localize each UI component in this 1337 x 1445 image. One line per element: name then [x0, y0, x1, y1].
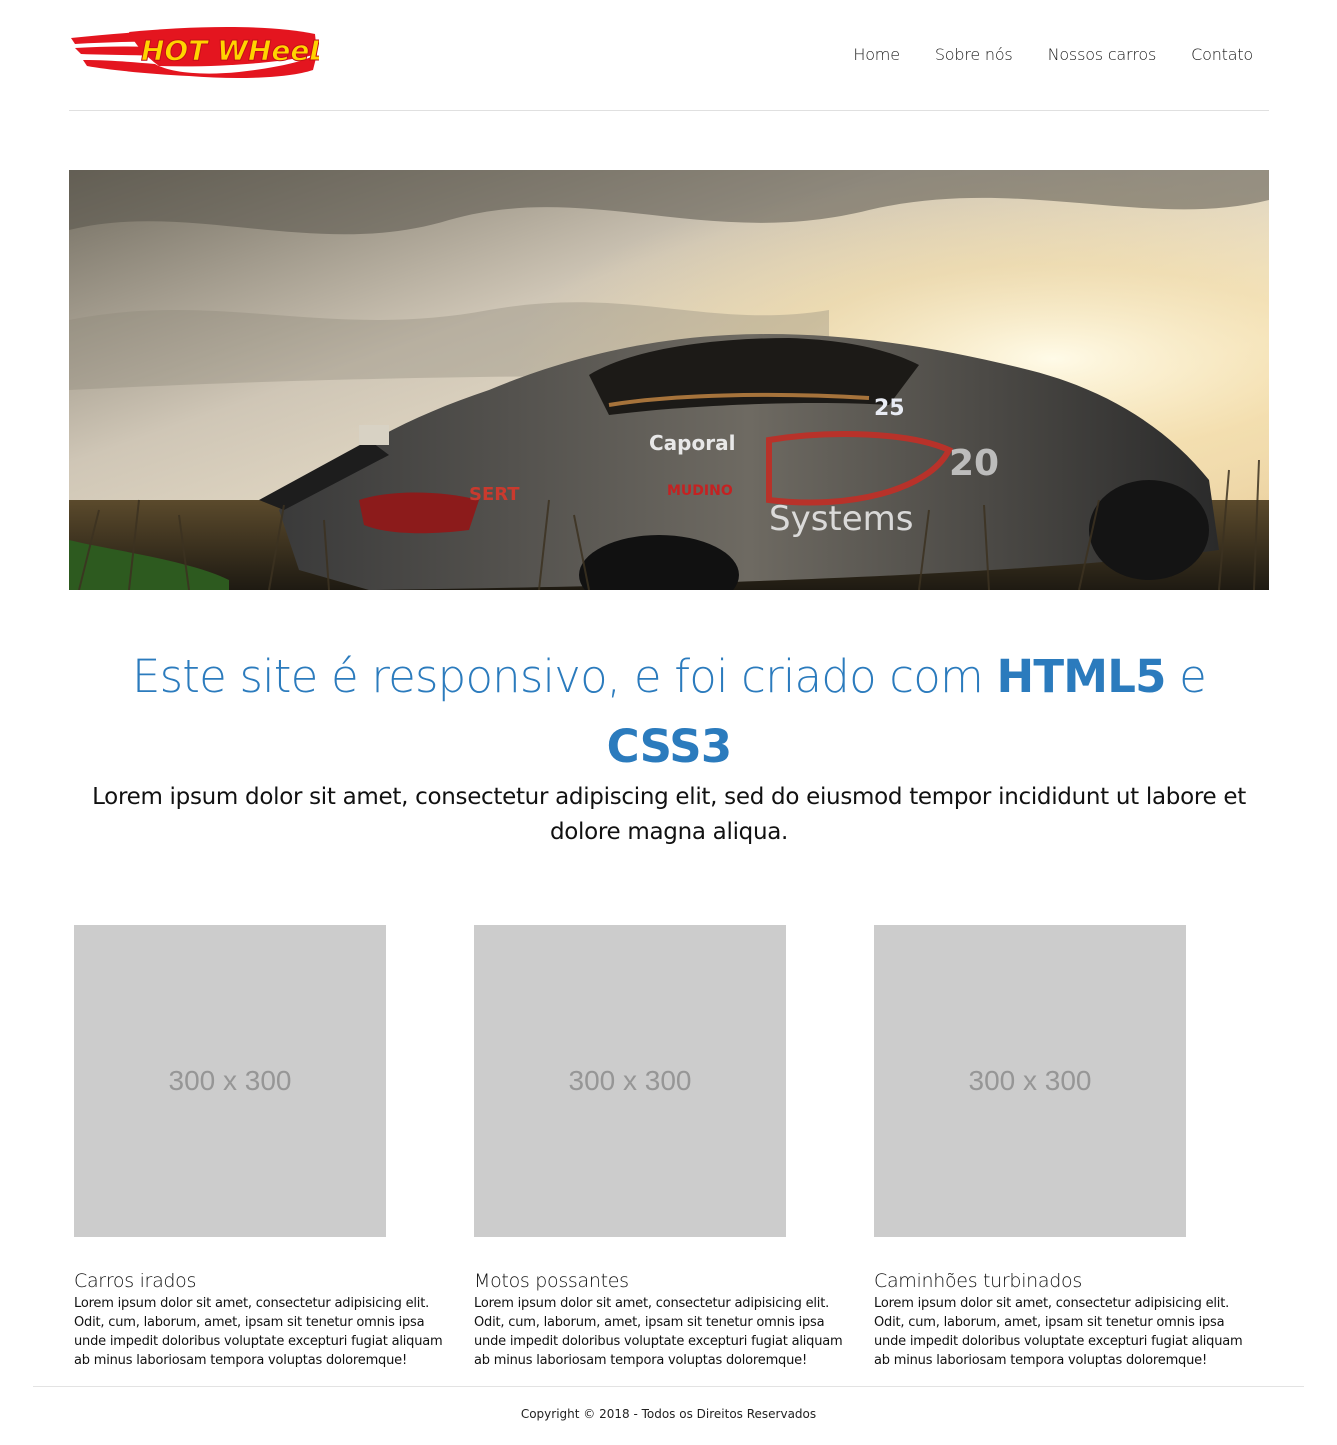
race-car-photo: Caporal Systems SERT MUDINO 25 20 — [69, 170, 1269, 590]
headline-connector: e — [1165, 650, 1207, 703]
main-nav: Home Sobre nós Nossos carros Contato — [818, 45, 1253, 64]
card-text: Lorem ipsum dolor sit amet, consectetur … — [74, 1296, 443, 1368]
hero-banner-image: Caporal Systems SERT MUDINO 25 20 — [69, 170, 1269, 590]
svg-text:MUDINO: MUDINO — [667, 483, 733, 499]
footer-divider — [33, 1386, 1304, 1387]
page-headline: Este site é responsivo, e foi criado com… — [69, 642, 1269, 782]
headline-css3: CSS3 — [606, 720, 733, 773]
card-image-placeholder: 300 x 300 — [474, 925, 786, 1237]
feature-card: 300 x 300 Carros irados Lorem ipsum dolo… — [74, 925, 454, 1370]
card-title: Carros irados — [74, 1270, 197, 1292]
card-text: Lorem ipsum dolor sit amet, consectetur … — [874, 1296, 1243, 1368]
nav-contato[interactable]: Contato — [1191, 45, 1253, 64]
svg-text:25: 25 — [874, 396, 905, 421]
svg-text:Systems: Systems — [769, 499, 914, 539]
site-header: HOT WHeeLS Home Sobre nós Nossos carros … — [69, 0, 1269, 111]
feature-card: 300 x 300 Caminhões turbinados Lorem ips… — [874, 925, 1254, 1370]
card-title: Caminhões turbinados — [874, 1270, 1082, 1292]
nav-nossos-carros[interactable]: Nossos carros — [1048, 45, 1157, 64]
nav-sobre-nos[interactable]: Sobre nós — [935, 45, 1013, 64]
nav-home[interactable]: Home — [853, 45, 900, 64]
feature-card: 300 x 300 Motos possantes Lorem ipsum do… — [474, 925, 854, 1370]
svg-text:20: 20 — [949, 443, 999, 484]
card-image-placeholder: 300 x 300 — [874, 925, 1186, 1237]
headline-html5: HTML5 — [996, 650, 1167, 703]
headline-text: Este site é responsivo, e foi criado com — [131, 650, 997, 703]
hot-wheels-logo[interactable]: HOT WHeeLS — [69, 24, 319, 78]
card-text: Lorem ipsum dolor sit amet, consectetur … — [474, 1296, 843, 1368]
card-title: Motos possantes — [474, 1270, 629, 1292]
footer-copyright: Copyright © 2018 - Todos os Direitos Res… — [520, 1407, 817, 1421]
card-image-placeholder: 300 x 300 — [74, 925, 386, 1237]
svg-text:SERT: SERT — [469, 484, 520, 505]
svg-text:HOT WHeeLS: HOT WHeeLS — [141, 34, 319, 67]
svg-text:Caporal: Caporal — [649, 431, 735, 455]
lead-paragraph: Lorem ipsum dolor sit amet, consectetur … — [92, 784, 1246, 845]
